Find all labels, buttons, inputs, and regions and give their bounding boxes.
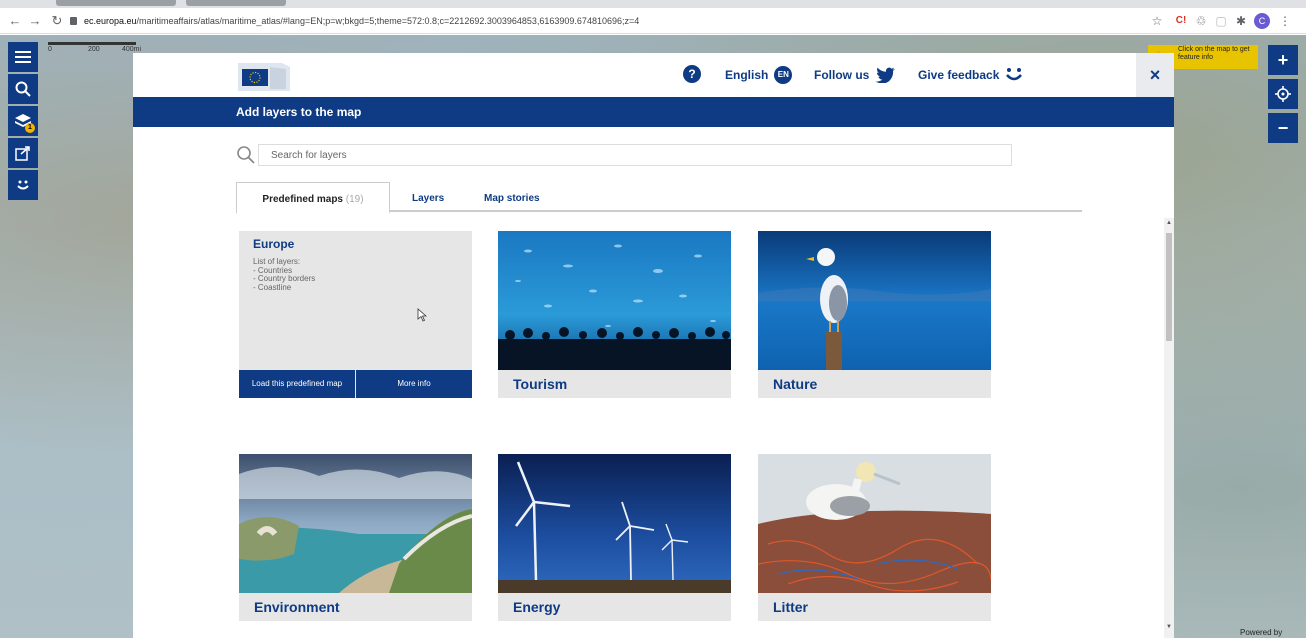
- back-icon[interactable]: ←: [6, 12, 24, 30]
- scroll-up-icon[interactable]: ▲: [1166, 220, 1172, 226]
- scroll-thumb[interactable]: [1166, 233, 1172, 341]
- eu-logo: [238, 63, 290, 91]
- more-info-button[interactable]: More info: [356, 370, 472, 398]
- close-button[interactable]: ×: [1136, 53, 1174, 97]
- search-input[interactable]: [258, 144, 1012, 166]
- modal-header: Add layers to the map: [133, 97, 1174, 127]
- reload-icon[interactable]: ↻: [48, 12, 66, 30]
- close-icon: ×: [1149, 64, 1161, 85]
- map-card-europe[interactable]: Europe List of layers: - Countries - Cou…: [239, 231, 472, 398]
- map-card-tourism[interactable]: Tourism: [498, 231, 731, 398]
- layer-list: List of layers: - Countries - Country bo…: [253, 257, 315, 292]
- browser-tabstrip: [0, 0, 1306, 8]
- scale-label: 400mi: [122, 46, 142, 53]
- tab-layers[interactable]: Layers: [412, 182, 444, 212]
- modal-scrollbar[interactable]: ▲ ▼: [1164, 218, 1174, 638]
- puzzle-icon[interactable]: ✱: [1232, 12, 1250, 30]
- hint-text: Click on the map to get feature info: [1178, 46, 1250, 61]
- language-selector[interactable]: English EN: [725, 65, 793, 85]
- language-label: English: [725, 68, 769, 82]
- layers-button[interactable]: 1: [8, 106, 38, 136]
- give-feedback-link[interactable]: Give feedback: [918, 65, 1023, 85]
- layer-list-item: - Coastline: [253, 282, 292, 292]
- url-field[interactable]: ec.europa.eu/maritimeaffairs/atlas/marit…: [84, 12, 639, 30]
- url-host: ec.europa.eu: [84, 16, 137, 26]
- card-title: Nature: [773, 376, 818, 392]
- search-button[interactable]: [8, 74, 38, 104]
- scale-bar: 0 200 400mi: [48, 42, 141, 53]
- follow-us-link[interactable]: Follow us: [814, 65, 896, 85]
- map-card-nature[interactable]: Nature: [758, 231, 991, 398]
- search-icon: [237, 146, 255, 164]
- card-title: Litter: [773, 599, 808, 615]
- card-title: Environment: [254, 599, 340, 615]
- environment-image: [239, 454, 472, 593]
- layer-search: [236, 143, 1012, 167]
- give-feedback-label: Give feedback: [918, 68, 1000, 82]
- map-card-energy[interactable]: Energy: [498, 454, 731, 621]
- tab-predefined-maps[interactable]: Predefined maps (19): [236, 182, 390, 214]
- crosshair-icon: [1275, 86, 1291, 102]
- tab-count: (19): [345, 194, 364, 205]
- zoom-in-button[interactable]: +: [1268, 45, 1298, 75]
- extension-icon[interactable]: C!: [1172, 12, 1190, 30]
- address-bar: ← → ↻ ec.europa.eu/maritimeaffairs/atlas…: [0, 8, 1306, 34]
- tab-label: Predefined maps: [262, 194, 343, 205]
- url-path: /maritimeaffairs/atlas/maritime_atlas/#l…: [136, 16, 640, 26]
- modal-title: Add layers to the map: [236, 105, 362, 119]
- scale-label: 0: [48, 46, 52, 53]
- tab-bar: Predefined maps (19) Layers Map stories: [236, 182, 1082, 214]
- share-button[interactable]: [8, 138, 38, 168]
- left-toolbar: 1: [8, 42, 38, 202]
- tourism-image: [498, 231, 731, 370]
- energy-image: [498, 454, 731, 593]
- recycle-icon[interactable]: ♲: [1192, 12, 1210, 30]
- card-title: Energy: [513, 599, 561, 615]
- follow-us-label: Follow us: [814, 68, 870, 82]
- locate-button[interactable]: [1268, 79, 1298, 109]
- card-title: Tourism: [513, 376, 568, 392]
- profile-avatar[interactable]: C: [1254, 13, 1270, 29]
- share-icon: [15, 146, 30, 161]
- menu-button[interactable]: [8, 42, 38, 72]
- feedback-button[interactable]: [8, 170, 38, 200]
- right-toolbar: + −: [1268, 45, 1298, 147]
- menu-dots-icon[interactable]: ⋮: [1276, 12, 1294, 30]
- language-code-icon: EN: [774, 66, 793, 84]
- nature-image: [758, 231, 991, 370]
- mouse-cursor-icon: [417, 308, 427, 322]
- smile-icon: [17, 180, 29, 190]
- extension-box-icon[interactable]: ▢: [1212, 12, 1230, 30]
- forward-icon[interactable]: →: [26, 12, 44, 30]
- zoom-out-button[interactable]: −: [1268, 113, 1298, 143]
- star-icon[interactable]: ☆: [1148, 12, 1166, 30]
- twitter-icon: [875, 67, 896, 83]
- scale-label: 200: [88, 46, 100, 53]
- hamburger-icon: [15, 51, 31, 63]
- scroll-down-icon[interactable]: ▼: [1166, 624, 1172, 630]
- powered-by-label: Powered by: [1240, 628, 1283, 637]
- litter-image: [758, 454, 991, 593]
- lock-icon: [70, 17, 77, 25]
- smile-icon: [1006, 68, 1023, 81]
- card-actions: Load this predefined map More info: [239, 370, 472, 398]
- add-layers-modal: ? English EN Follow us Give feedback Add…: [133, 53, 1174, 638]
- layer-count-badge: 1: [25, 123, 35, 133]
- browser-tab[interactable]: [186, 0, 286, 6]
- map-card-litter[interactable]: Litter: [758, 454, 991, 621]
- map-card-environment[interactable]: Environment: [239, 454, 472, 621]
- help-icon[interactable]: ?: [683, 65, 701, 83]
- tab-map-stories[interactable]: Map stories: [484, 182, 540, 212]
- browser-tab[interactable]: [56, 0, 176, 6]
- card-title: Europe: [253, 237, 295, 251]
- load-map-button[interactable]: Load this predefined map: [239, 370, 355, 398]
- search-icon: [15, 81, 31, 97]
